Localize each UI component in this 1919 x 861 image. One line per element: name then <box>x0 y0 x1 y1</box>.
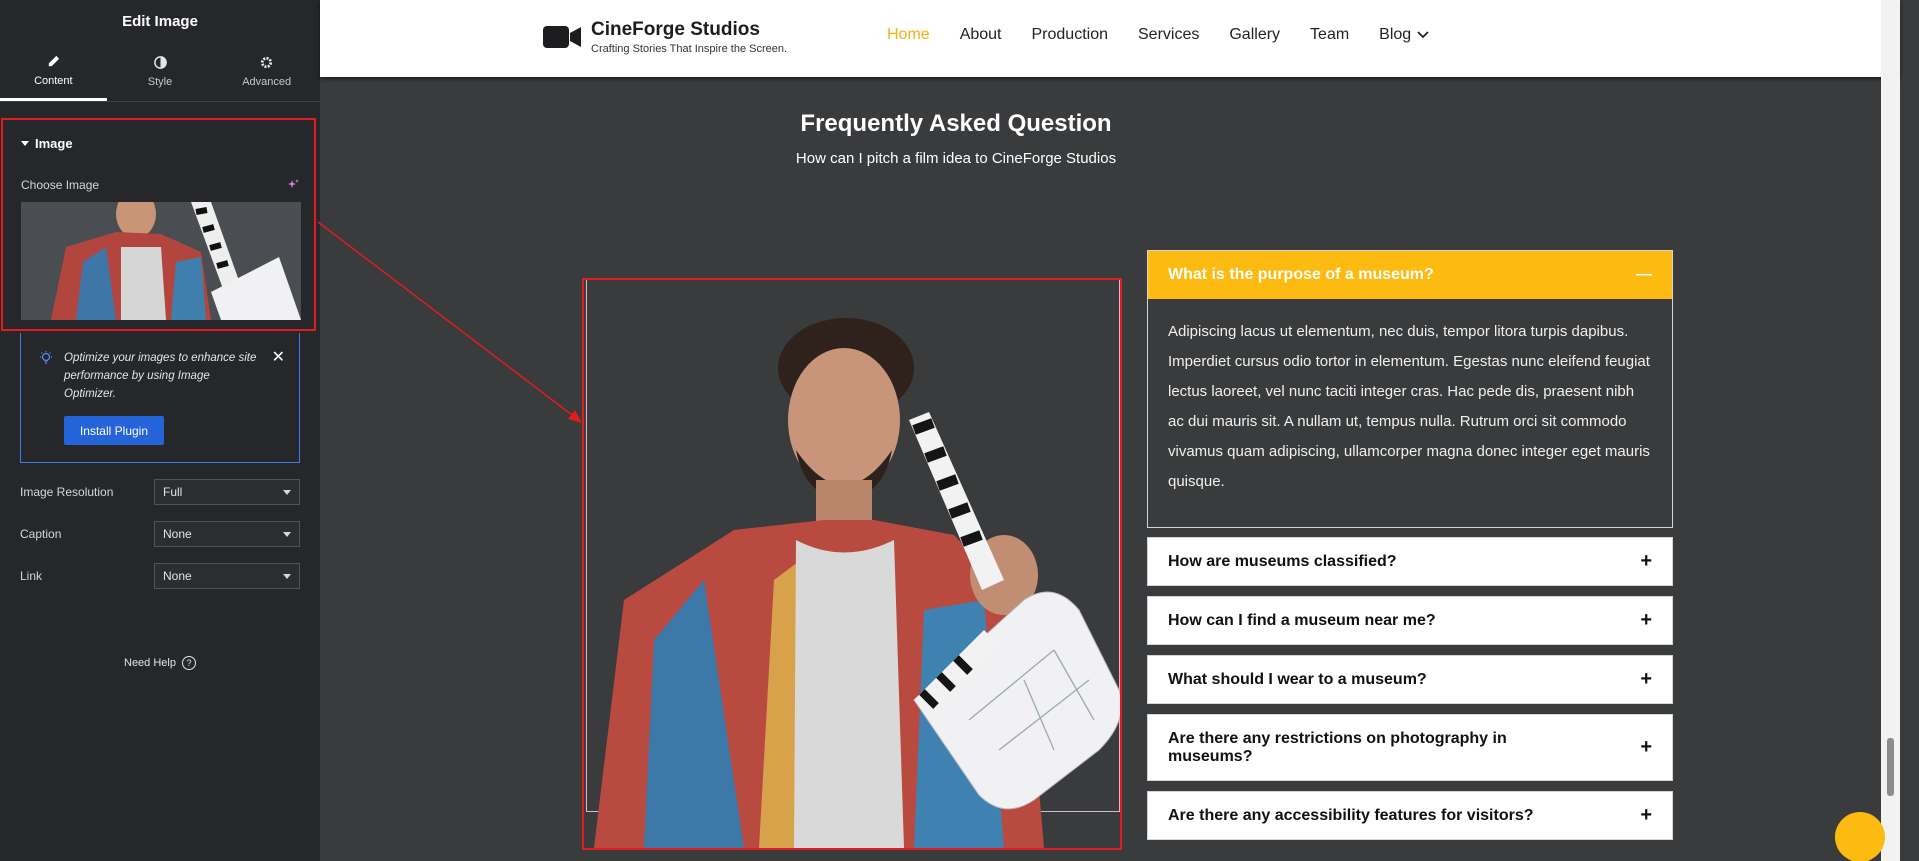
plus-icon: + <box>1640 804 1652 826</box>
ai-sparkle-icon[interactable] <box>286 178 300 192</box>
faq-item-open: What is the purpose of a museum? — Adipi… <box>1147 250 1673 528</box>
main-nav: Home About Production Services Gallery T… <box>887 26 1459 44</box>
chevron-down-icon <box>283 531 291 537</box>
link-label: Link <box>20 569 43 583</box>
lightbulb-icon <box>40 351 52 364</box>
choose-image-label: Choose Image <box>21 178 100 192</box>
link-row: Link None <box>20 563 300 589</box>
faq-open-answer: Adipiscing lacus ut elementum, nec duis,… <box>1168 323 1650 490</box>
panel-title: Edit Image <box>122 12 198 30</box>
need-help-link[interactable]: Need Help ? <box>0 656 320 670</box>
nav-blog[interactable]: Blog <box>1379 26 1429 44</box>
faq-open-question[interactable]: What is the purpose of a museum? — <box>1148 251 1672 299</box>
faq-question: How are museums classified? <box>1168 552 1397 570</box>
filmmaker-photo <box>594 318 1120 848</box>
link-value: None <box>163 569 192 583</box>
faq-item[interactable]: Are there any restrictions on photograph… <box>1147 714 1673 781</box>
pencil-icon <box>48 55 59 66</box>
tab-advanced[interactable]: Advanced <box>213 42 320 101</box>
nav-home[interactable]: Home <box>887 26 930 44</box>
faq-item[interactable]: How are museums classified? + <box>1147 537 1673 586</box>
faq-heading: Frequently Asked Question <box>800 110 1112 137</box>
image-section-toggle[interactable]: Image <box>21 136 73 151</box>
image-section-title: Image <box>35 136 73 151</box>
gear-icon <box>261 56 273 69</box>
plus-icon: + <box>1640 609 1652 631</box>
nav-production[interactable]: Production <box>1032 26 1109 44</box>
tab-advanced-label: Advanced <box>242 76 292 88</box>
plus-icon: + <box>1640 668 1652 690</box>
minus-icon: — <box>1636 266 1652 283</box>
video-camera-icon <box>543 26 581 48</box>
link-select[interactable]: None <box>154 563 300 589</box>
plus-icon: + <box>1640 550 1652 572</box>
chevron-down-icon <box>283 489 291 495</box>
optimizer-notice-text: Optimize your images to enhance site per… <box>64 352 257 400</box>
faq-open-question-text: What is the purpose of a museum? <box>1168 266 1434 283</box>
need-help-label: Need Help <box>124 657 176 669</box>
faq-item[interactable]: Are there any accessibility features for… <box>1147 791 1673 840</box>
editor-panel: Edit Image Content Style Advanced Image … <box>0 0 320 861</box>
close-icon[interactable]: ✕ <box>272 347 285 367</box>
faq-question: Are there any accessibility features for… <box>1168 806 1534 824</box>
faq-item[interactable]: How can I find a museum near me? + <box>1147 596 1673 645</box>
optimizer-notice: Optimize your images to enhance site per… <box>20 333 300 463</box>
caret-down-icon <box>21 141 29 146</box>
brand-name: CineForge Studios <box>591 19 760 40</box>
caption-row: Caption None <box>20 521 300 547</box>
caption-select[interactable]: None <box>154 521 300 547</box>
image-resolution-label: Image Resolution <box>20 485 114 499</box>
faq-question: How can I find a museum near me? <box>1168 611 1436 629</box>
faq-question: Are there any restrictions on photograph… <box>1168 729 1507 765</box>
tab-style-label: Style <box>147 76 173 88</box>
brand-tagline: Crafting Stories That Inspire the Screen… <box>591 43 788 55</box>
tab-style[interactable]: Style <box>107 42 214 101</box>
tab-content[interactable]: Content <box>0 42 107 101</box>
site-header: CineForge Studios Crafting Stories That … <box>320 0 1900 77</box>
faq-question: What should I wear to a museum? <box>1168 670 1427 688</box>
image-resolution-value: Full <box>163 485 183 499</box>
image-resolution-select[interactable]: Full <box>154 479 300 505</box>
nav-team[interactable]: Team <box>1310 26 1349 44</box>
tab-content-label: Content <box>34 74 73 87</box>
selected-image-widget[interactable] <box>582 278 1122 850</box>
contrast-icon <box>153 56 167 69</box>
nav-about[interactable]: About <box>960 26 1002 44</box>
image-resolution-row: Image Resolution Full <box>20 479 300 505</box>
page-scrollbar[interactable] <box>1881 0 1900 861</box>
nav-blog-label: Blog <box>1379 26 1412 43</box>
image-thumbnail[interactable] <box>21 202 301 320</box>
caption-value: None <box>163 527 192 541</box>
faq-item[interactable]: What should I wear to a museum? + <box>1147 655 1673 704</box>
chevron-down-icon <box>1417 31 1429 39</box>
install-plugin-button[interactable]: Install Plugin <box>64 416 164 445</box>
faq-subheading: How can I pitch a film idea to CineForge… <box>795 150 1117 167</box>
panel-tabs: Content Style Advanced <box>0 42 320 102</box>
help-icon: ? <box>181 656 196 670</box>
scrollbar-thumb[interactable] <box>1887 738 1894 796</box>
site-logo[interactable]: CineForge Studios Crafting Stories That … <box>543 19 787 55</box>
image-section: Image Choose Image <box>1 118 316 331</box>
plus-icon: + <box>1640 736 1652 758</box>
site-preview: CineForge Studios Crafting Stories That … <box>320 0 1900 861</box>
chevron-down-icon <box>283 573 291 579</box>
caption-label: Caption <box>20 527 62 541</box>
nav-gallery[interactable]: Gallery <box>1229 26 1280 44</box>
nav-services[interactable]: Services <box>1138 26 1199 44</box>
floating-action-button[interactable] <box>1835 812 1885 861</box>
